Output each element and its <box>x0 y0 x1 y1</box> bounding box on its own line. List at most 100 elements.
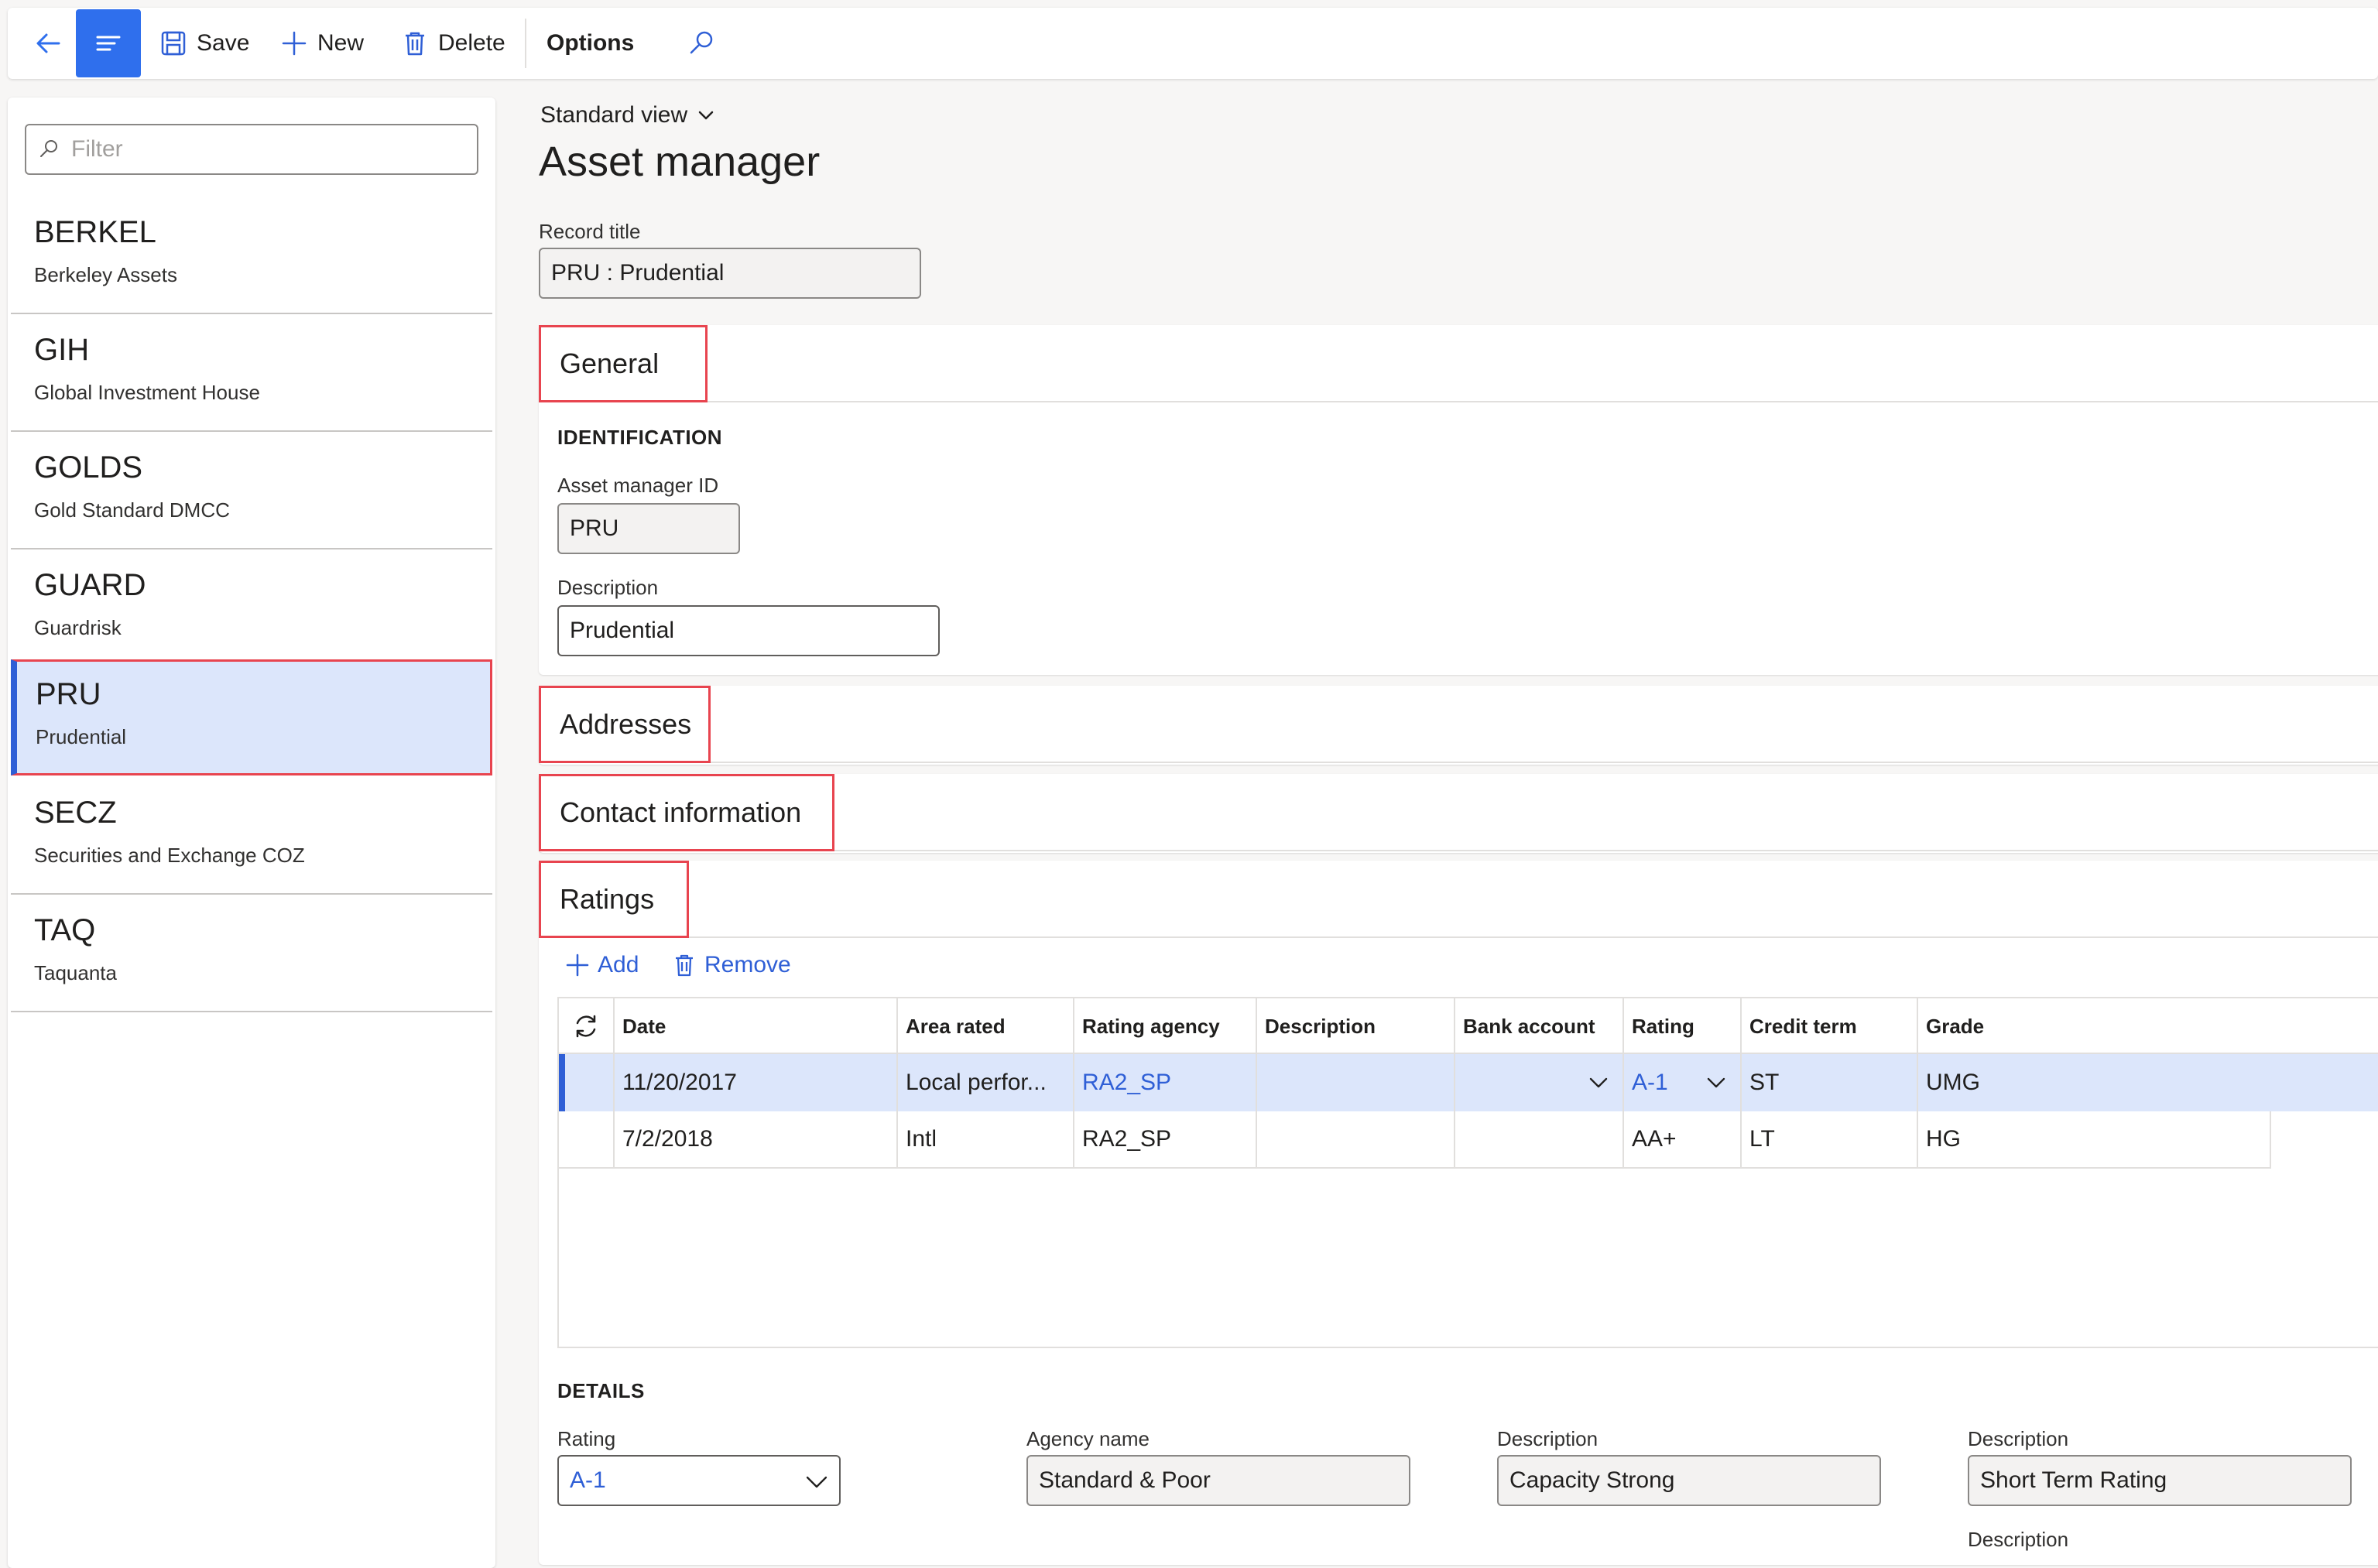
filter-box[interactable] <box>25 124 478 175</box>
detail-rating-label: Rating <box>557 1427 616 1450</box>
refresh-grid-button[interactable] <box>559 998 615 1054</box>
chevron-down-icon[interactable] <box>1706 1074 1726 1091</box>
rating-agency-link[interactable]: RA2_SP <box>1082 1070 1171 1096</box>
cell-date[interactable]: 11/20/2017 <box>615 1054 898 1111</box>
column-header-bank-account[interactable]: Bank account <box>1455 998 1624 1054</box>
list-item-name: Global Investment House <box>34 381 260 404</box>
list-item-name: Taquanta <box>34 961 117 984</box>
new-label: New <box>317 30 365 56</box>
cell-grade[interactable]: UMG <box>1918 1054 2378 1111</box>
addresses-fasttab-header[interactable]: Addresses <box>539 686 2378 763</box>
rating-link[interactable]: A-1 <box>1632 1070 1668 1096</box>
remove-rating-button[interactable]: Remove <box>672 952 791 978</box>
column-header-area-rated[interactable]: Area rated <box>898 998 1074 1054</box>
general-fasttab-title[interactable]: General <box>539 325 708 402</box>
grade-description-label: Description <box>1968 1528 2069 1551</box>
search-button[interactable] <box>686 8 717 79</box>
list-menu-icon <box>96 36 121 51</box>
list-item-code: SECZ <box>34 796 117 830</box>
delete-button[interactable]: Delete <box>401 8 505 79</box>
grid-header-row: Date Area rated Rating agency Descriptio… <box>559 998 2378 1054</box>
ratings-fasttab: Ratings Add Remove Date Area rated Ratin… <box>539 861 2378 1565</box>
cell-description[interactable] <box>1257 1054 1455 1111</box>
column-header-description[interactable]: Description <box>1257 998 1455 1054</box>
add-rating-label: Add <box>598 952 639 977</box>
detail-description-field[interactable]: Capacity Strong <box>1497 1455 1881 1506</box>
row-selector[interactable] <box>559 1054 615 1111</box>
detail-description-label: Description <box>1497 1427 1598 1450</box>
list-item[interactable]: GOLDS Gold Standard DMCC <box>11 433 492 549</box>
agency-name-field[interactable]: Standard & Poor <box>1026 1455 1410 1506</box>
cell-date[interactable]: 7/2/2018 <box>615 1111 898 1169</box>
cell-rating-agency[interactable]: RA2_SP <box>1074 1054 1257 1111</box>
filter-input[interactable] <box>70 135 457 163</box>
list-item-code: BERKEL <box>34 215 156 249</box>
addresses-fasttab-title[interactable]: Addresses <box>539 686 711 763</box>
cell-grade[interactable]: HG <box>1918 1111 2271 1169</box>
chevron-down-icon <box>698 111 714 120</box>
ratings-fasttab-header[interactable]: Ratings <box>539 861 2378 938</box>
cell-credit-term[interactable]: ST <box>1742 1054 1918 1111</box>
refresh-icon <box>576 1015 596 1038</box>
cell-bank-account[interactable] <box>1455 1111 1624 1169</box>
back-arrow-icon <box>36 33 60 53</box>
general-fasttab-header[interactable]: General <box>539 325 2378 402</box>
list-item-code: GUARD <box>34 568 146 602</box>
table-row[interactable]: 11/20/2017 Local perfor... RA2_SP A-1 ST… <box>559 1054 2378 1111</box>
search-icon <box>40 140 57 157</box>
delete-label: Delete <box>438 30 505 56</box>
detail-rating-select[interactable]: A-1 <box>557 1455 841 1506</box>
general-fasttab: General IDENTIFICATION Asset manager ID … <box>539 325 2378 675</box>
cell-area-rated[interactable]: Intl <box>898 1111 1074 1169</box>
new-button[interactable]: New <box>280 8 364 79</box>
list-item[interactable]: TAQ Taquanta <box>11 896 492 1012</box>
description-field[interactable]: Prudential <box>557 605 940 656</box>
record-title-field: PRU : Prudential <box>539 248 921 299</box>
contact-information-fasttab-title[interactable]: Contact information <box>539 774 834 851</box>
view-selector-label: Standard view <box>540 102 688 128</box>
cell-description[interactable] <box>1257 1111 1455 1169</box>
column-header-rating[interactable]: Rating <box>1624 998 1742 1054</box>
list-item[interactable]: SECZ Securities and Exchange COZ <box>11 779 492 895</box>
list-item[interactable]: GUARD Guardrisk <box>11 551 492 667</box>
ratings-fasttab-title[interactable]: Ratings <box>539 861 689 938</box>
view-selector[interactable]: Standard view <box>540 102 717 128</box>
cell-area-rated[interactable]: Local perfor... <box>898 1054 1074 1111</box>
list-item-code: PRU <box>36 677 101 711</box>
ratings-grid: Date Area rated Rating agency Descriptio… <box>557 997 2378 1348</box>
column-header-grade[interactable]: Grade <box>1918 998 2378 1054</box>
remove-rating-label: Remove <box>704 952 791 977</box>
back-button[interactable] <box>26 8 70 79</box>
save-icon <box>161 31 186 56</box>
list-item[interactable]: BERKEL Berkeley Assets <box>11 198 492 314</box>
list-item[interactable]: GIH Global Investment House <box>11 316 492 432</box>
contact-information-fasttab-header[interactable]: Contact information <box>539 774 2378 851</box>
list-toggle-button[interactable] <box>76 9 141 77</box>
cell-rating[interactable]: AA+ <box>1624 1111 1742 1169</box>
trash-icon <box>676 954 693 977</box>
add-rating-button[interactable]: Add <box>565 952 639 978</box>
column-header-rating-agency[interactable]: Rating agency <box>1074 998 1257 1054</box>
credit-term-description-field[interactable]: Short Term Rating <box>1968 1455 2352 1506</box>
list-item-name: Guardrisk <box>34 616 122 639</box>
asset-manager-id-field[interactable]: PRU <box>557 503 740 554</box>
cell-credit-term[interactable]: LT <box>1742 1111 1918 1169</box>
chevron-down-icon[interactable] <box>1588 1074 1609 1091</box>
row-selector[interactable] <box>559 1111 615 1169</box>
cell-bank-account[interactable] <box>1455 1054 1624 1111</box>
list-item-name: Prudential <box>36 725 127 748</box>
trash-icon <box>406 32 424 56</box>
column-header-date[interactable]: Date <box>615 998 898 1054</box>
record-title-label: Record title <box>539 220 641 243</box>
contact-information-fasttab: Contact information <box>539 774 2378 853</box>
cell-rating[interactable]: A-1 <box>1624 1054 1742 1111</box>
agency-name-label: Agency name <box>1026 1427 1150 1450</box>
list-item-name: Berkeley Assets <box>34 263 177 286</box>
options-tab[interactable]: Options <box>547 8 634 79</box>
toolbar-divider <box>525 19 526 68</box>
save-button[interactable]: Save <box>159 8 249 79</box>
list-item-selected[interactable]: PRU Prudential <box>11 659 492 775</box>
column-header-credit-term[interactable]: Credit term <box>1742 998 1918 1054</box>
cell-rating-agency[interactable]: RA2_SP <box>1074 1111 1257 1169</box>
table-row[interactable]: 7/2/2018 Intl RA2_SP AA+ LT HG <box>559 1111 2378 1169</box>
